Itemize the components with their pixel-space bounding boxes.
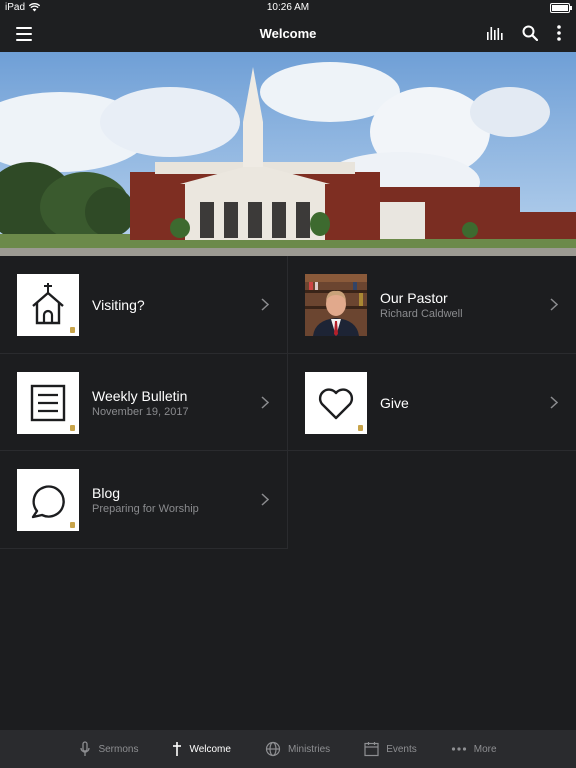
- audio-bars-icon[interactable]: [486, 25, 504, 41]
- tile-weekly-bulletin[interactable]: Weekly Bulletin November 19, 2017: [0, 354, 288, 451]
- church-hero-image: [0, 52, 576, 256]
- tab-more[interactable]: More: [451, 744, 497, 755]
- badge-dot: [70, 522, 75, 528]
- ellipsis-icon: [451, 747, 466, 751]
- nav-actions: [486, 24, 562, 42]
- chevron-right-icon: [550, 298, 558, 311]
- tile-visiting-text: Visiting?: [92, 256, 145, 353]
- microphone-icon: [80, 741, 91, 756]
- tab-label: More: [473, 743, 497, 755]
- tile-give-thumb: [305, 372, 367, 434]
- chevron-right-icon: [261, 298, 269, 311]
- search-icon[interactable]: [522, 25, 538, 41]
- chevron-right-icon: [550, 396, 558, 409]
- tile-give-text: Give: [380, 354, 409, 451]
- tile-title: Weekly Bulletin: [92, 387, 188, 404]
- tab-events[interactable]: Events: [364, 741, 417, 757]
- tile-our-pastor[interactable]: Our Pastor Richard Caldwell: [288, 256, 576, 353]
- tile-blog-thumb: [17, 469, 79, 531]
- tile-give[interactable]: Give: [288, 354, 576, 451]
- nav-bar: Welcome: [0, 16, 576, 52]
- calendar-icon: [364, 742, 379, 757]
- status-bar: iPad 10:26 AM: [0, 0, 576, 16]
- tab-label: Welcome: [189, 743, 231, 755]
- tile-subtitle: Preparing for Worship: [92, 502, 199, 515]
- row-divider: [0, 548, 288, 549]
- badge-dot: [358, 425, 363, 431]
- tile-title: Visiting?: [92, 296, 145, 313]
- tile-title: Give: [380, 394, 409, 411]
- tile-visiting-thumb: [17, 274, 79, 336]
- tile-title: Our Pastor: [380, 289, 448, 306]
- tile-bulletin-thumb: [17, 372, 79, 434]
- tab-label: Events: [386, 743, 417, 755]
- tab-bar: Sermons Welcome Ministries Events More: [0, 730, 576, 768]
- tile-pastor-text: Our Pastor Richard Caldwell: [380, 256, 463, 353]
- badge-dot: [70, 425, 75, 431]
- more-vertical-icon[interactable]: [556, 24, 562, 42]
- tile-visiting[interactable]: Visiting?: [0, 256, 288, 353]
- cross-icon: [173, 742, 182, 756]
- tab-ministries[interactable]: Ministries: [265, 741, 330, 757]
- tile-bulletin-text: Weekly Bulletin November 19, 2017: [92, 354, 189, 451]
- tile-blog[interactable]: Blog Preparing for Worship: [0, 451, 288, 548]
- tile-pastor-thumb: [305, 274, 367, 336]
- battery-icon: [550, 3, 572, 13]
- globe-icon: [265, 741, 281, 757]
- tab-sermons[interactable]: Sermons: [79, 741, 138, 757]
- chevron-right-icon: [261, 493, 269, 506]
- tab-welcome[interactable]: Welcome: [172, 741, 231, 757]
- tile-subtitle: Richard Caldwell: [380, 307, 463, 320]
- tab-label: Sermons: [98, 743, 139, 755]
- tab-label: Ministries: [287, 743, 331, 755]
- tile-title: Blog: [92, 484, 121, 501]
- tile-subtitle: November 19, 2017: [92, 405, 189, 418]
- chevron-right-icon: [261, 396, 269, 409]
- badge-dot: [70, 327, 75, 333]
- status-time: 10:26 AM: [266, 2, 310, 13]
- pastor-photo: [305, 274, 367, 336]
- tile-blog-text: Blog Preparing for Worship: [92, 451, 199, 548]
